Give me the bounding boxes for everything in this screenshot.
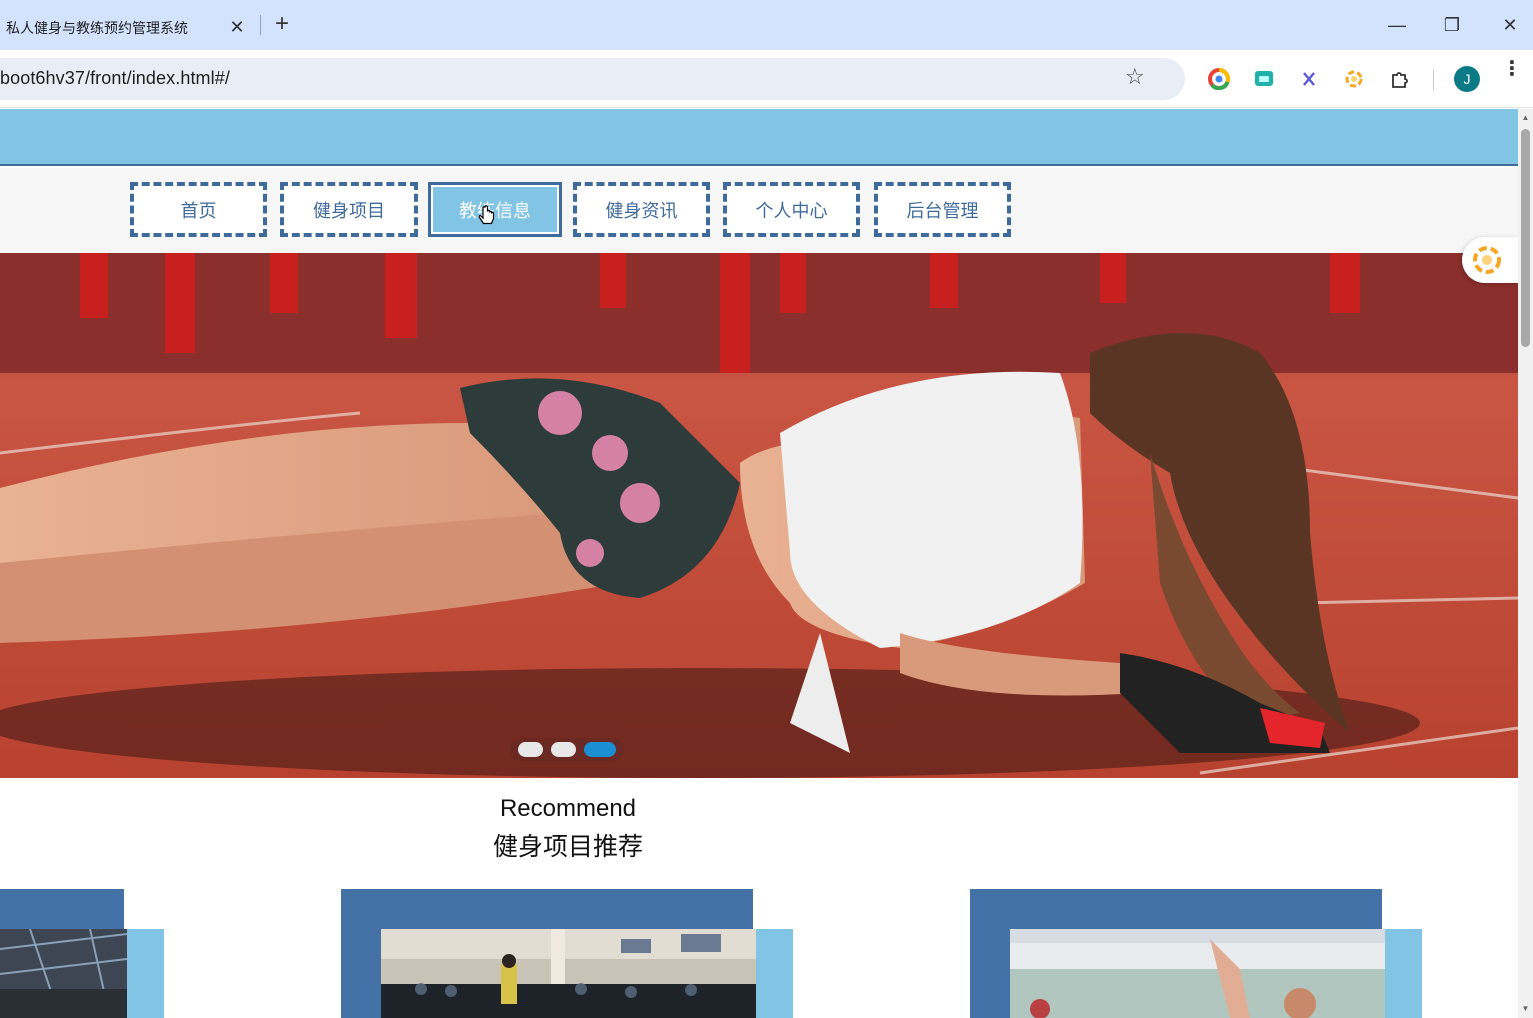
scroll-up-arrow-icon[interactable]: ▲ bbox=[1521, 113, 1530, 123]
close-window-button[interactable]: ✕ bbox=[1496, 12, 1524, 38]
page-viewport: 首页 健身项目 教练信息 健身资讯 个人中心 后台管理 Recommend 健身… bbox=[0, 109, 1518, 1018]
nav-personal-center[interactable]: 个人中心 bbox=[723, 182, 860, 237]
url-text: boot6hv37/front/index.html#/ bbox=[0, 68, 230, 88]
new-tab-button[interactable]: + bbox=[270, 12, 294, 37]
recommend-card-2-accent bbox=[753, 929, 793, 1018]
address-bar[interactable]: boot6hv37/front/index.html#/ ☆ bbox=[0, 58, 1185, 100]
carousel-dots bbox=[510, 738, 624, 761]
carousel-dot-2[interactable] bbox=[551, 742, 576, 757]
main-nav: 首页 健身项目 教练信息 健身资讯 个人中心 后台管理 bbox=[0, 168, 1518, 253]
browser-tab-bar: 私人健身与教练预约管理系统 ✕ + — ❐ ✕ bbox=[0, 0, 1533, 50]
sun-ext-icon[interactable] bbox=[1342, 67, 1366, 91]
restore-button[interactable]: ❐ bbox=[1438, 12, 1466, 38]
profile-avatar[interactable]: J bbox=[1454, 66, 1480, 92]
tab-close-icon[interactable]: ✕ bbox=[226, 16, 248, 38]
floating-assistant-button[interactable] bbox=[1462, 237, 1518, 283]
hand-cursor-icon bbox=[478, 205, 495, 225]
chrome-ext-icon[interactable] bbox=[1207, 67, 1231, 91]
star-icon[interactable]: ☆ bbox=[1125, 64, 1145, 90]
scroll-thumb[interactable] bbox=[1521, 129, 1530, 347]
browser-tab[interactable]: 私人健身与教练预约管理系统 ✕ bbox=[0, 6, 256, 50]
nav-fitness-news[interactable]: 健身资讯 bbox=[573, 182, 710, 237]
scroll-down-arrow-icon[interactable]: ▼ bbox=[1521, 1004, 1530, 1014]
sun-swirl-icon bbox=[1473, 246, 1501, 274]
nav-home[interactable]: 首页 bbox=[130, 182, 267, 237]
nav-fitness-projects[interactable]: 健身项目 bbox=[280, 182, 418, 237]
tab-separator bbox=[260, 15, 261, 35]
banner-image bbox=[0, 253, 1518, 778]
page-scrollbar[interactable]: ▲ ▼ bbox=[1518, 109, 1533, 1018]
header-band bbox=[0, 109, 1518, 166]
kebab-menu-icon[interactable]: ⋮ bbox=[1502, 59, 1522, 79]
recommend-card-3-accent bbox=[1382, 929, 1422, 1018]
carousel-banner[interactable] bbox=[0, 253, 1518, 778]
browser-toolbar: boot6hv37/front/index.html#/ ☆ J ⋮ bbox=[0, 50, 1533, 108]
toolbar-separator bbox=[1433, 70, 1434, 90]
recommend-card-1-image[interactable] bbox=[0, 929, 127, 1018]
carousel-dot-3[interactable] bbox=[584, 742, 616, 757]
recommend-card-3-image[interactable] bbox=[1010, 929, 1385, 1018]
minimize-button[interactable]: — bbox=[1383, 12, 1411, 38]
section-title: Recommend bbox=[499, 795, 637, 822]
x-ext-icon[interactable] bbox=[1297, 67, 1321, 91]
tab-title: 私人健身与教练预约管理系统 bbox=[6, 21, 188, 37]
recommend-card-2-image[interactable] bbox=[381, 929, 756, 1018]
carousel-dot-1[interactable] bbox=[518, 742, 543, 757]
puzzle-icon[interactable] bbox=[1388, 67, 1412, 91]
nav-admin[interactable]: 后台管理 bbox=[874, 182, 1011, 237]
chat-ext-icon[interactable] bbox=[1252, 67, 1276, 91]
section-subtitle: 健身项目推荐 bbox=[492, 832, 643, 861]
